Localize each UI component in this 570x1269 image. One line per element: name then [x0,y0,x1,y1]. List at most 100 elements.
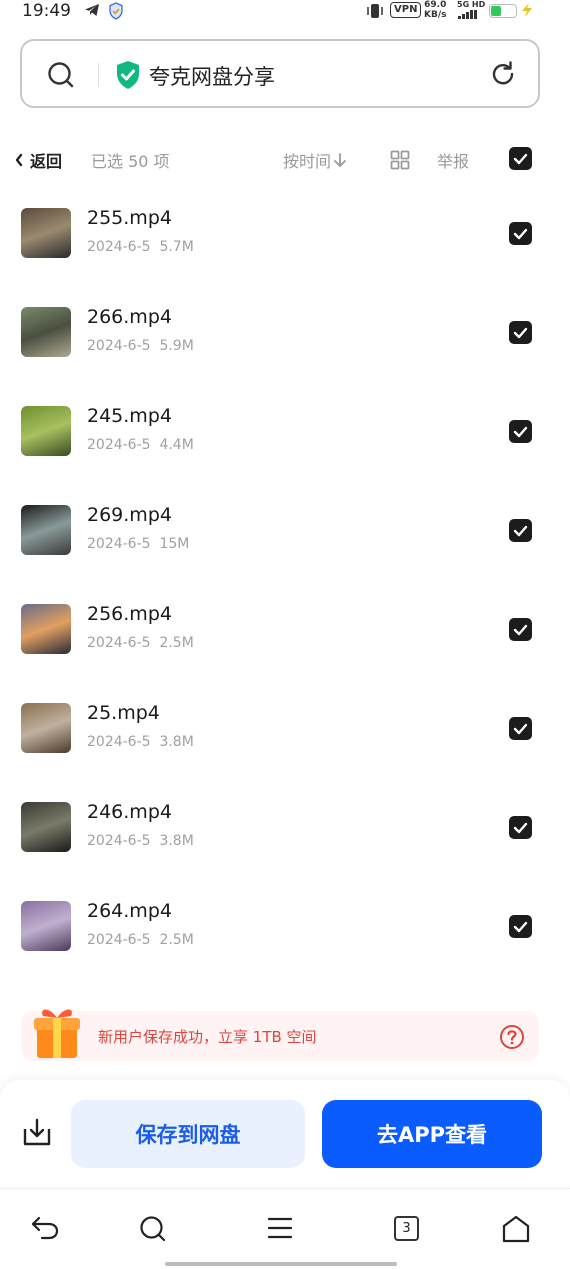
speed-unit: KB/s [424,10,447,20]
promo-text: 新用户保存成功，立享 1TB 空间 [98,1028,317,1046]
search-text[interactable]: 夸克网盘分享 [149,61,275,91]
file-size: 3.8M [159,833,194,849]
file-checkbox[interactable] [509,816,532,839]
file-row[interactable]: 266.mp4 2024-6-5 5.9M [0,283,570,382]
video-thumbnail [21,901,71,951]
status-time: 19:49 [22,1,71,21]
check-icon [513,153,528,164]
file-toolbar: 返回 已选 50 项 按时间 举报 [0,140,570,180]
promo-banner[interactable]: 新用户保存成功，立享 1TB 空间 [21,1009,539,1061]
reload-icon[interactable] [489,60,517,92]
file-meta: 2024-6-5 3.8M [87,833,194,849]
file-meta: 2024-6-5 15M [87,536,189,552]
file-checkbox[interactable] [509,618,532,641]
file-meta: 2024-6-5 3.8M [87,734,194,750]
file-date: 2024-6-5 [87,536,151,552]
search-icon[interactable] [47,61,75,93]
menu-icon[interactable] [267,1215,293,1245]
file-checkbox[interactable] [509,519,532,542]
signal-icon [458,10,477,19]
file-name: 264.mp4 [87,900,172,922]
file-date: 2024-6-5 [87,239,151,255]
file-row[interactable]: 245.mp4 2024-6-5 4.4M [0,382,570,481]
file-name: 25.mp4 [87,702,160,724]
file-row[interactable]: 255.mp4 2024-6-5 5.7M [0,184,570,283]
check-icon [513,624,528,635]
file-name: 266.mp4 [87,306,172,328]
file-size: 4.4M [159,437,194,453]
file-meta: 2024-6-5 2.5M [87,932,194,948]
file-checkbox[interactable] [509,915,532,938]
tabs-button[interactable]: 3 [394,1216,419,1241]
back-button[interactable]: 返回 [14,148,62,172]
vibrate-icon [366,3,384,23]
file-checkbox[interactable] [509,222,532,245]
back-arrow-icon[interactable] [30,1215,60,1245]
search-icon[interactable] [139,1215,167,1247]
video-thumbnail [21,802,71,852]
file-size: 15M [159,536,190,552]
file-meta: 2024-6-5 2.5M [87,635,194,651]
check-icon [513,921,528,932]
select-all-checkbox[interactable] [509,147,532,170]
chevron-left-icon [15,153,23,167]
check-icon [513,723,528,734]
back-label: 返回 [30,152,63,171]
app-shield-icon [108,2,124,24]
telegram-icon [84,2,100,22]
download-icon[interactable] [21,1117,53,1153]
grid-view-icon[interactable] [390,150,410,174]
file-name: 245.mp4 [87,405,172,427]
file-row[interactable]: 269.mp4 2024-6-5 15M [0,481,570,580]
file-size: 2.5M [159,635,194,651]
report-button[interactable]: 举报 [437,148,469,172]
file-name: 256.mp4 [87,603,172,625]
file-name: 269.mp4 [87,504,172,526]
file-checkbox[interactable] [509,420,532,443]
home-icon[interactable] [502,1215,530,1247]
search-bar[interactable]: 夸克网盘分享 [20,39,540,108]
arrow-down-icon [334,153,346,168]
file-name: 246.mp4 [87,801,172,823]
sort-by-time-button[interactable]: 按时间 [283,148,347,172]
save-to-drive-button[interactable]: 保存到网盘 [71,1100,305,1168]
file-checkbox[interactable] [509,321,532,344]
file-date: 2024-6-5 [87,635,151,651]
verified-shield-icon [115,60,141,94]
network-speed: 69.0 KB/s [424,0,446,20]
file-size: 5.7M [159,239,194,255]
status-bar: 19:49 VPN 69.0 KB/s 5G HD [0,0,570,26]
file-row[interactable]: 25.mp4 2024-6-5 3.8M [0,679,570,778]
file-row[interactable]: 256.mp4 2024-6-5 2.5M [0,580,570,679]
video-thumbnail [21,703,71,753]
vpn-badge: VPN [390,2,422,18]
video-thumbnail [21,307,71,357]
speed-value: 69.0 [424,0,447,10]
video-thumbnail [21,208,71,258]
open-app-button[interactable]: 去APP查看 [322,1100,542,1168]
file-name: 255.mp4 [87,207,172,229]
browser-nav-bar: 3 [0,1188,570,1269]
network-type: 5G HD [457,0,486,9]
file-date: 2024-6-5 [87,932,151,948]
help-icon[interactable] [499,1024,525,1054]
file-size: 5.9M [159,338,194,354]
battery-fill [491,6,501,16]
file-date: 2024-6-5 [87,734,151,750]
file-row[interactable]: 264.mp4 2024-6-5 2.5M [0,877,570,976]
file-checkbox[interactable] [509,717,532,740]
file-meta: 2024-6-5 5.7M [87,239,194,255]
check-icon [513,327,528,338]
home-indicator[interactable] [165,1262,397,1266]
file-size: 3.8M [159,734,194,750]
check-icon [513,822,528,833]
file-list: 255.mp4 2024-6-5 5.7M 266.mp4 2024-6-5 5… [0,184,570,976]
file-size: 2.5M [159,932,194,948]
search-divider [98,63,99,87]
sort-label: 按时间 [283,152,332,171]
file-row[interactable]: 246.mp4 2024-6-5 3.8M [0,778,570,877]
charging-icon [520,2,534,22]
check-icon [513,228,528,239]
action-bar: 保存到网盘 去APP查看 [0,1080,570,1186]
video-thumbnail [21,505,71,555]
